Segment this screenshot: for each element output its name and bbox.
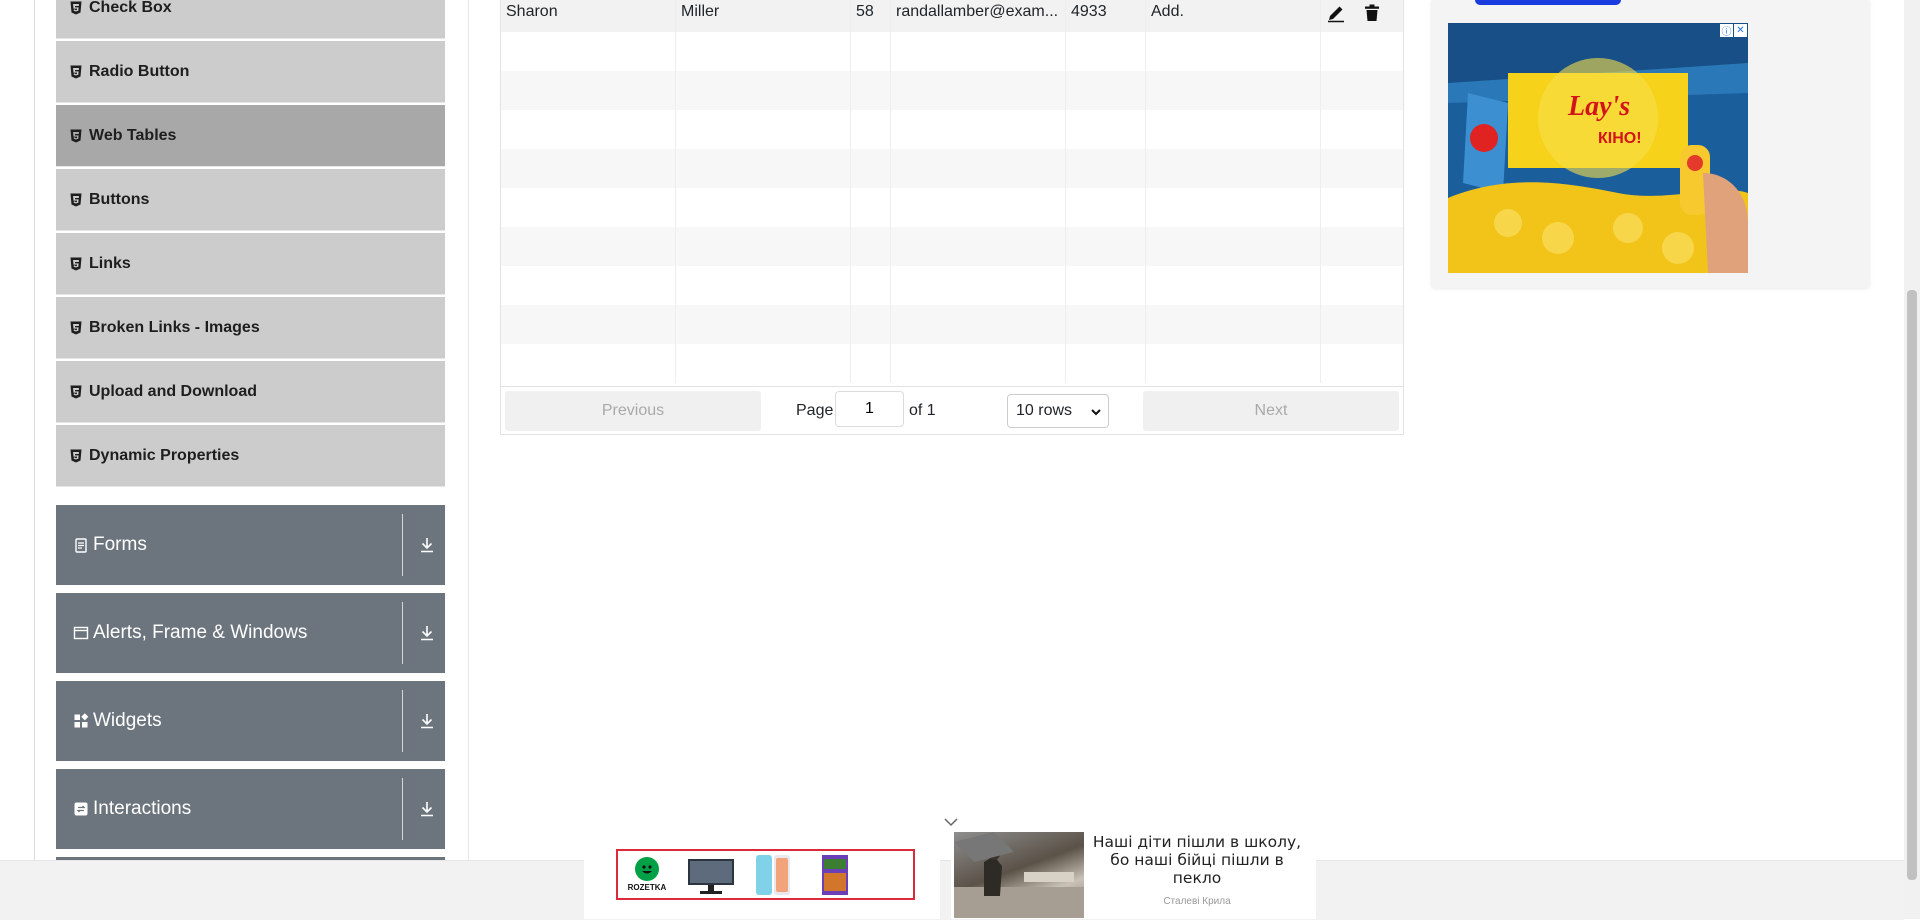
group-separator [402, 690, 403, 752]
elements-menu-list: Check Box Radio Button Web Tables Button… [56, 0, 445, 489]
page-scrollbar[interactable] [1904, 0, 1920, 919]
sidebar-item-broken-links[interactable]: Broken Links - Images [56, 297, 445, 359]
group-separator [402, 778, 403, 840]
cell-first-name: Sharon [501, 0, 676, 32]
cell-salary: 4933 [1066, 0, 1146, 32]
download-arrow-icon[interactable] [418, 623, 436, 643]
phone-product-image [756, 854, 790, 895]
news-ad-image[interactable] [954, 832, 1084, 918]
news-ad-title[interactable]: Наші діти пішли в школу, бо наші бійці п… [1087, 833, 1307, 887]
rozetka-logo: ROZETKA [618, 851, 676, 898]
group-label: Alerts, Frame & Windows [93, 622, 308, 643]
html5-icon [70, 193, 82, 207]
scrollbar-thumb[interactable] [1907, 290, 1917, 880]
download-arrow-icon[interactable] [418, 535, 436, 555]
sidebar-item-label: Broken Links - Images [89, 318, 260, 336]
rows-per-page-value: 10 rows [1016, 402, 1073, 419]
previous-button[interactable]: Previous [505, 391, 761, 431]
html5-icon [70, 65, 82, 79]
sidebar-item-label: Buttons [89, 190, 150, 208]
page-label: Page [796, 402, 834, 419]
sidebar-item-label: Web Tables [89, 126, 177, 144]
group-label: Interactions [93, 798, 192, 819]
table-row: Sharon Miller 58 randallamber@exam... 49… [501, 0, 1403, 32]
sidebar-item-radio-button[interactable]: Radio Button [56, 41, 445, 103]
table-row [501, 227, 1403, 266]
next-button[interactable]: Next [1143, 391, 1399, 431]
sidebar-divider [468, 0, 469, 860]
ad-controls: ⓘ ✕ [1720, 24, 1747, 38]
rozetka-ad[interactable]: ROZETKA [616, 849, 915, 900]
monitor-product-image [688, 858, 734, 894]
cell-email: randallamber@exam... [891, 0, 1066, 32]
table-row [501, 71, 1403, 110]
html5-icon [70, 1, 82, 15]
svg-text:Lay's: Lay's [1567, 91, 1630, 122]
delete-icon[interactable] [1362, 3, 1382, 23]
page-number-input[interactable] [835, 391, 904, 427]
web-table: Sharon Miller 58 randallamber@exam... 49… [500, 0, 1404, 435]
sidebar-item-dynamic-properties[interactable]: Dynamic Properties [56, 425, 445, 487]
sidebar-item-label: Check Box [89, 0, 172, 16]
window-icon [73, 625, 89, 641]
sidebar-item-upload-download[interactable]: Upload and Download [56, 361, 445, 423]
pagination-bar: Previous Page of 1 10 rows Next [501, 386, 1403, 434]
cell-last-name: Miller [676, 0, 851, 32]
table-row [501, 305, 1403, 344]
page-total-label: of 1 [909, 402, 936, 419]
collapse-chevron-icon[interactable] [943, 815, 959, 827]
ad-info-icon[interactable]: ⓘ [1720, 24, 1733, 38]
download-arrow-icon[interactable] [418, 799, 436, 819]
group-label: Widgets [93, 710, 162, 731]
ad-close-icon[interactable]: ✕ [1734, 24, 1747, 37]
group-interactions[interactable]: Interactions [56, 769, 445, 849]
html5-icon [70, 129, 82, 143]
group-label: Forms [93, 534, 147, 555]
html5-icon [70, 385, 82, 399]
group-widgets[interactable]: Widgets [56, 681, 445, 761]
game-product-image [822, 854, 848, 895]
sidebar-item-check-box[interactable]: Check Box [56, 0, 445, 39]
cell-actions [1321, 0, 1402, 32]
svg-text:КІНО!: КІНО! [1598, 130, 1642, 147]
sidebar-item-links[interactable]: Links [56, 233, 445, 295]
sidebar-item-label: Radio Button [89, 62, 190, 80]
widgets-icon [73, 713, 89, 729]
group-alerts-frame-windows[interactable]: Alerts, Frame & Windows [56, 593, 445, 673]
rozetka-label: ROZETKA [627, 883, 667, 892]
table-row [501, 188, 1403, 227]
download-arrow-icon[interactable] [418, 711, 436, 731]
category-groups: Forms Alerts, Frame & Windows Widgets In… [56, 505, 445, 867]
rozetka-smile-icon [635, 857, 659, 881]
cell-department: Add. [1146, 0, 1321, 32]
cell-age: 58 [851, 0, 891, 32]
table-row [501, 149, 1403, 188]
group-separator [402, 514, 403, 576]
html5-icon [70, 257, 82, 271]
sidebar-item-label: Links [89, 254, 131, 272]
sidebar-item-label: Dynamic Properties [89, 446, 240, 464]
document-icon [73, 537, 89, 553]
left-panel-border [34, 0, 35, 860]
html5-icon [70, 321, 82, 335]
sidebar-item-buttons[interactable]: Buttons [56, 169, 445, 231]
table-row [501, 110, 1403, 149]
interactions-icon [73, 801, 89, 817]
sidebar-item-web-tables[interactable]: Web Tables [56, 105, 445, 167]
group-forms[interactable]: Forms [56, 505, 445, 585]
html5-icon [70, 449, 82, 463]
ad-button-edge[interactable] [1475, 0, 1621, 5]
table-row [501, 266, 1403, 305]
sidebar-item-label: Upload and Download [89, 382, 257, 400]
news-ad-source: Сталеві Крила [1163, 896, 1231, 907]
table-row [501, 32, 1403, 71]
table-row [501, 344, 1403, 383]
rows-per-page-select[interactable]: 10 rows [1007, 394, 1109, 428]
lays-ad-banner[interactable]: Lay's КІНО! ⓘ ✕ [1448, 23, 1748, 273]
group-separator [402, 602, 403, 664]
edit-icon[interactable] [1326, 3, 1346, 23]
chevron-down-icon [1090, 405, 1102, 417]
